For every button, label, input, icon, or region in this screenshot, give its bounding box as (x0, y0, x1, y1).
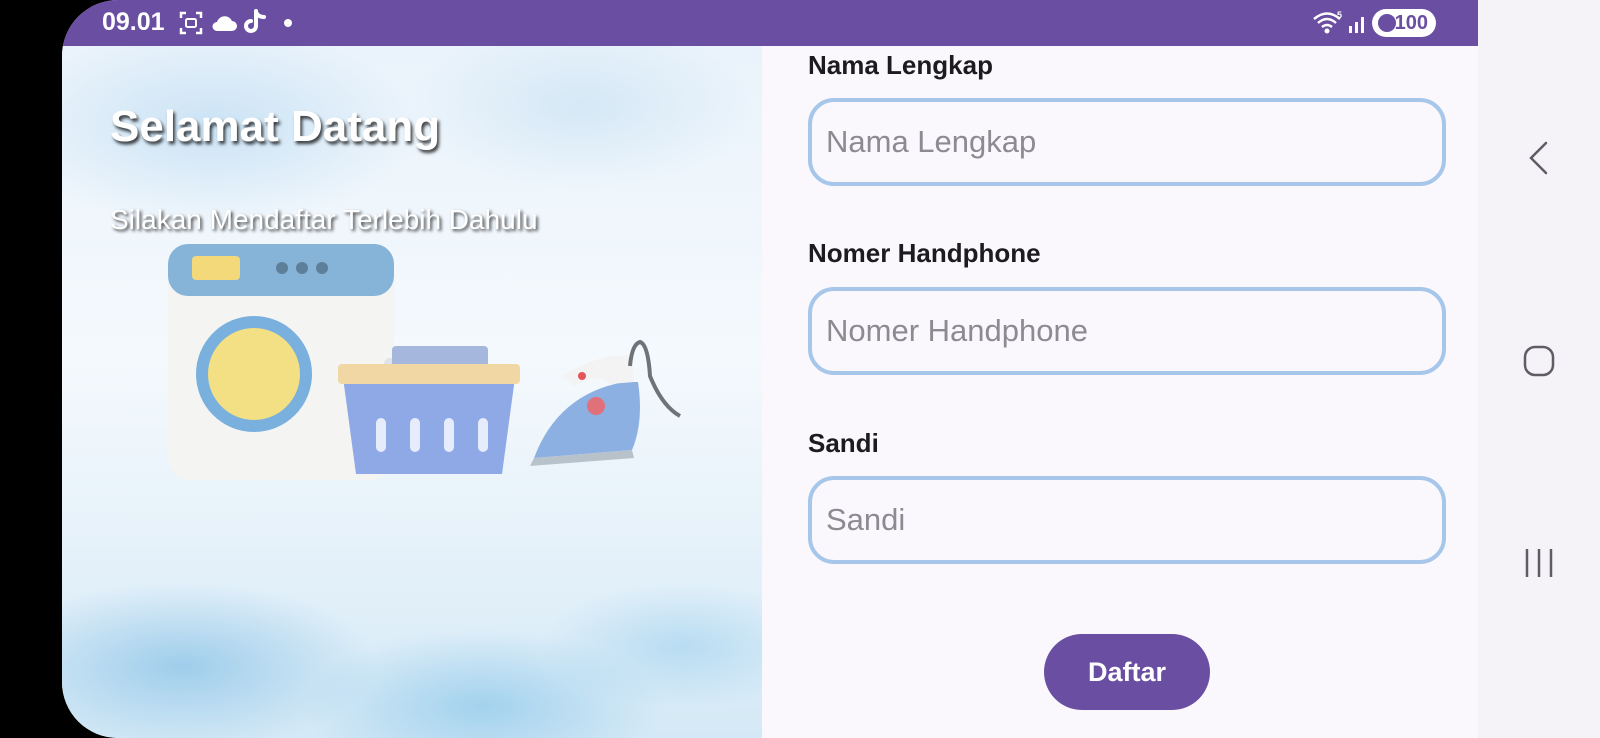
full-name-label: Nama Lengkap (808, 50, 993, 80)
home-icon[interactable] (1522, 344, 1556, 383)
phone-label: Nomer Handphone (808, 238, 1041, 268)
app-screen: 09.01 5 100 Selamat Datang Silakan Menda… (62, 0, 1478, 738)
recents-icon[interactable] (1522, 546, 1556, 585)
cloud-icon (210, 13, 238, 38)
welcome-title: Selamat Datang (110, 102, 441, 151)
back-icon[interactable] (1522, 140, 1556, 181)
phone-input[interactable] (808, 287, 1446, 375)
signal-icon (1348, 12, 1368, 39)
battery-indicator: 100 (1372, 9, 1436, 37)
status-time: 09.01 (102, 8, 165, 36)
notification-dot (284, 19, 292, 27)
password-input[interactable] (808, 476, 1446, 564)
tiktok-icon (242, 8, 268, 41)
laundry-illustration (162, 226, 682, 541)
system-nav-bar (1478, 0, 1600, 738)
wifi-icon: 5 (1312, 10, 1344, 41)
battery-icon (1378, 14, 1396, 32)
hero-panel: Selamat Datang Silakan Mendaftar Terlebi… (62, 46, 762, 738)
svg-text:5: 5 (1337, 10, 1342, 20)
battery-level: 100 (1394, 11, 1428, 34)
register-button[interactable]: Daftar (1044, 634, 1210, 710)
status-bar: 09.01 5 100 (62, 0, 1478, 46)
register-form: Nama Lengkap Nomer Handphone Sandi Dafta… (762, 46, 1478, 738)
screenshot-icon (178, 10, 204, 41)
full-name-input[interactable] (808, 98, 1446, 186)
welcome-subtitle: Silakan Mendaftar Terlebih Dahulu (110, 204, 538, 235)
password-label: Sandi (808, 428, 879, 458)
